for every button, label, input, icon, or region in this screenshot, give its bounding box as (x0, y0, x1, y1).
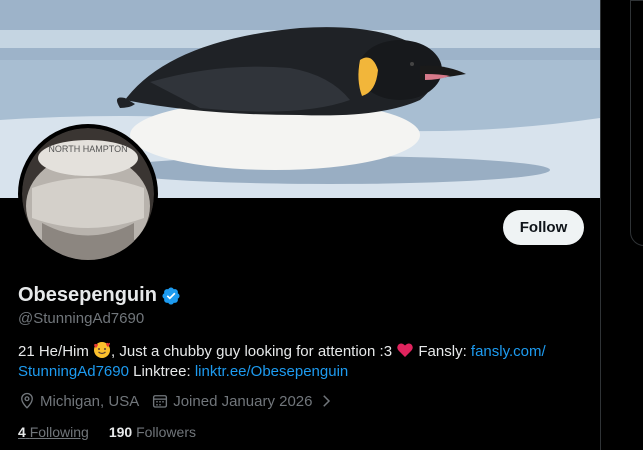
chevron-right-icon[interactable] (317, 392, 335, 410)
following-link[interactable]: 4 Following (18, 424, 89, 440)
following-label: Following (29, 424, 89, 440)
profile-avatar[interactable]: NORTH HAMPTON (18, 124, 158, 264)
joined-item[interactable]: Joined January 2026 (151, 392, 334, 410)
follow-button[interactable]: Follow (503, 210, 584, 245)
bio-text-3: Fansly: (414, 343, 471, 360)
column-divider (600, 0, 601, 450)
followers-link[interactable]: 190 Followers (109, 424, 196, 440)
sidebar-card (630, 0, 643, 246)
joined-text: Joined January 2026 (173, 392, 313, 410)
profile-column: NORTH HAMPTON Follow Obesepenguin @Stunn… (0, 0, 600, 450)
followers-count: 190 (108, 424, 133, 440)
smiling-face-with-hearts-icon (94, 342, 111, 358)
bio-text-4: Linktree: (128, 363, 195, 380)
display-name: Obesepenguin (18, 284, 157, 306)
profile-bio: 21 He/Him , Just a chubby guy looking fo… (18, 341, 578, 382)
red-heart-icon (397, 343, 413, 357)
location-text: Michigan, USA (40, 392, 140, 410)
followers-label: Followers (136, 424, 196, 440)
profile-handle: @StunningAd7690 (18, 310, 145, 327)
name-row: Obesepenguin (18, 284, 181, 307)
avatar-image: NORTH HAMPTON (22, 128, 154, 260)
follow-stats: 4 Following 190 Followers (18, 424, 216, 440)
bio-text-2: , Just a chubby guy looking for attentio… (111, 343, 397, 360)
location-pin-icon (21, 392, 33, 409)
profile-meta: Michigan, USA Joined January 2026 (18, 392, 347, 410)
following-count: 4 (18, 424, 26, 440)
verified-badge-icon[interactable] (161, 286, 181, 306)
calendar-icon (153, 395, 168, 408)
linktree-link[interactable]: linktr.ee/Obesepenguin (195, 363, 348, 380)
bio-text-1: 21 He/Him (18, 343, 94, 360)
svg-text:NORTH HAMPTON: NORTH HAMPTON (48, 144, 127, 154)
location-item: Michigan, USA (18, 392, 139, 410)
